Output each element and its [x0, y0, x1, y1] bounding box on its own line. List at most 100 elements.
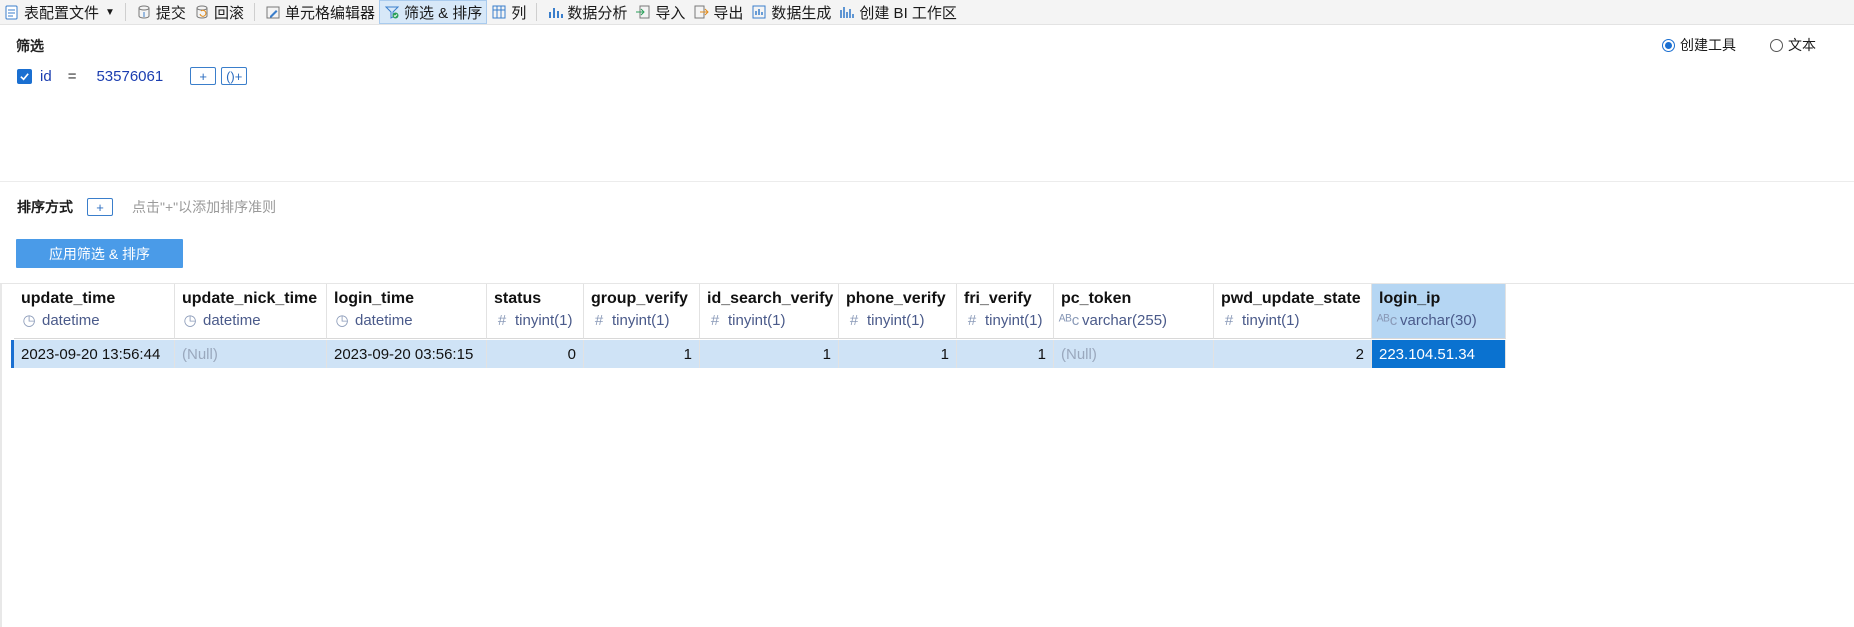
column-name: pwd_update_state	[1221, 290, 1361, 307]
toolbar-data-analysis-button[interactable]: 数据分析	[543, 0, 631, 24]
export-icon	[693, 4, 710, 20]
column-header-update-time[interactable]: update_time ◷ datetime	[14, 284, 175, 339]
filter-title: 筛选	[16, 38, 44, 54]
toolbar-bi-workspace-button[interactable]: 创建 BI 工作区	[835, 0, 961, 24]
column-name: login_ip	[1379, 290, 1441, 307]
abc-icon: ᴬᴮc	[1058, 312, 1080, 329]
mode-option-text[interactable]: 文本	[1770, 35, 1816, 55]
toolbar-button-label: 提交	[155, 4, 186, 22]
grid-gutter	[0, 284, 2, 627]
cell-status[interactable]: 0	[487, 340, 584, 368]
filter-enabled-checkbox[interactable]	[17, 68, 32, 84]
cell-pc-token[interactable]: (Null)	[1054, 340, 1214, 368]
cell-phone-verify[interactable]: 1	[839, 340, 957, 368]
clock-icon: ◷	[335, 312, 349, 329]
add-group-button[interactable]: ()+	[221, 67, 248, 85]
toolbar-divider	[124, 3, 126, 21]
cell-pwd-update-state[interactable]: 2	[1214, 340, 1372, 368]
column-type-label: tinyint(1)	[1242, 312, 1300, 329]
radio-selected-icon[interactable]	[1662, 38, 1675, 52]
column-name: phone_verify	[846, 290, 946, 307]
column-header-update-nick-time[interactable]: update_nick_time ◷ datetime	[175, 284, 327, 339]
toolbar-button-label: 创建 BI 工作区	[859, 4, 957, 22]
hash-icon: #	[1224, 312, 1234, 329]
column-name: update_time	[21, 290, 116, 307]
column-header-login-ip[interactable]: login_ip ᴬᴮc varchar(30)	[1372, 284, 1506, 339]
toolbar-table-config-button[interactable]: 表配置文件 ▼	[0, 0, 119, 24]
mode-option-label: 创建工具	[1680, 37, 1736, 53]
column-name: pc_token	[1061, 290, 1132, 307]
clock-icon: ◷	[22, 312, 36, 329]
column-name: login_time	[334, 290, 415, 307]
current-row-marker	[0, 340, 14, 368]
cell-fri-verify[interactable]: 1	[957, 340, 1054, 368]
add-condition-button[interactable]: +	[190, 67, 217, 85]
column-header-pwd-update-state[interactable]: pwd_update_state # tinyint(1)	[1214, 284, 1372, 339]
toolbar-data-generate-button[interactable]: 数据生成	[747, 0, 835, 24]
sort-row: 排序方式 + 点击"+"以添加排序准则	[17, 197, 276, 217]
add-sort-button[interactable]: +	[87, 198, 113, 216]
toolbar-rollback-button[interactable]: 回滚	[190, 0, 248, 24]
column-header-phone-verify[interactable]: phone_verify # tinyint(1)	[839, 284, 957, 339]
radio-unselected-icon[interactable]	[1770, 38, 1783, 52]
column-header-status[interactable]: status # tinyint(1)	[487, 284, 584, 339]
hash-icon: #	[967, 312, 977, 329]
column-header-id-search-verify[interactable]: id_search_verify # tinyint(1)	[700, 284, 839, 339]
toolbar-columns-button[interactable]: 列	[487, 0, 530, 24]
column-name: fri_verify	[964, 290, 1032, 307]
cell-id-search-verify[interactable]: 1	[700, 340, 839, 368]
column-type: ᴬᴮc varchar(255)	[1058, 311, 1213, 331]
column-type-label: tinyint(1)	[728, 312, 786, 329]
filter-value[interactable]: 53576061	[96, 68, 163, 85]
column-type: # tinyint(1)	[964, 311, 1053, 331]
toolbar-divider	[253, 3, 255, 21]
filter-panel: 筛选 创建工具 文本 id = 53576061 + ()+	[0, 25, 1854, 182]
column-header-login-time[interactable]: login_time ◷ datetime	[327, 284, 487, 339]
import-icon	[635, 4, 651, 20]
column-name: status	[494, 290, 542, 307]
commit-icon	[136, 4, 152, 20]
toolbar-import-button[interactable]: 导入	[631, 0, 689, 24]
column-header-pc-token[interactable]: pc_token ᴬᴮc varchar(255)	[1054, 284, 1214, 339]
mode-option-builder[interactable]: 创建工具	[1662, 35, 1736, 55]
filter-sort-icon	[384, 4, 400, 20]
column-type: # tinyint(1)	[494, 311, 583, 331]
toolbar-export-button[interactable]: 导出	[689, 0, 747, 24]
toolbar-commit-button[interactable]: 提交	[132, 0, 190, 24]
toolbar-button-label: 表配置文件	[24, 4, 100, 22]
column-name: id_search_verify	[707, 290, 834, 307]
column-header-group-verify[interactable]: group_verify # tinyint(1)	[584, 284, 700, 339]
apply-filter-sort-button[interactable]: 应用筛选 & 排序	[16, 239, 183, 268]
column-type: ◷ datetime	[21, 311, 174, 331]
toolbar-button-label: 筛选 & 排序	[403, 4, 483, 22]
toolbar-filter-sort-button[interactable]: 筛选 & 排序	[378, 0, 488, 24]
toolbar-button-label: 导出	[713, 4, 744, 22]
column-type-label: tinyint(1)	[515, 312, 573, 329]
cell-login-time[interactable]: 2023-09-20 03:56:15	[327, 340, 487, 368]
cell-update-nick-time[interactable]: (Null)	[175, 340, 327, 368]
toolbar-button-label: 列	[511, 4, 527, 22]
toolbar-cell-editor-button[interactable]: 单元格编辑器	[261, 0, 379, 24]
chevron-down-icon[interactable]: ▼	[105, 7, 115, 18]
cell-update-time[interactable]: 2023-09-20 13:56:44	[14, 340, 175, 368]
column-type-label: datetime	[203, 312, 261, 329]
hash-icon: #	[497, 312, 507, 329]
data-grid: update_time ◷ datetime update_nick_time ◷ dat…	[0, 283, 1854, 627]
cell-login-ip[interactable]: 223.104.51.34	[1372, 340, 1506, 368]
sort-title: 排序方式	[17, 199, 73, 215]
column-header-fri-verify[interactable]: fri_verify # tinyint(1)	[957, 284, 1054, 339]
filter-condition-row: id = 53576061 + ()+	[17, 67, 252, 85]
filter-field[interactable]: id	[40, 68, 52, 85]
column-type-label: datetime	[42, 312, 100, 329]
column-type: # tinyint(1)	[591, 311, 699, 331]
toolbar-button-label: 数据分析	[567, 4, 628, 22]
column-type: # tinyint(1)	[1221, 311, 1371, 331]
mode-option-label: 文本	[1788, 37, 1816, 53]
column-name: group_verify	[591, 290, 688, 307]
hash-icon: #	[849, 312, 859, 329]
column-type-label: varchar(30)	[1400, 312, 1477, 329]
filter-operator[interactable]: =	[68, 68, 77, 85]
table-config-icon	[4, 4, 20, 20]
cell-group-verify[interactable]: 1	[584, 340, 700, 368]
table-row[interactable]: 2023-09-20 13:56:44 (Null) 2023-09-20 03:5…	[14, 340, 1506, 368]
